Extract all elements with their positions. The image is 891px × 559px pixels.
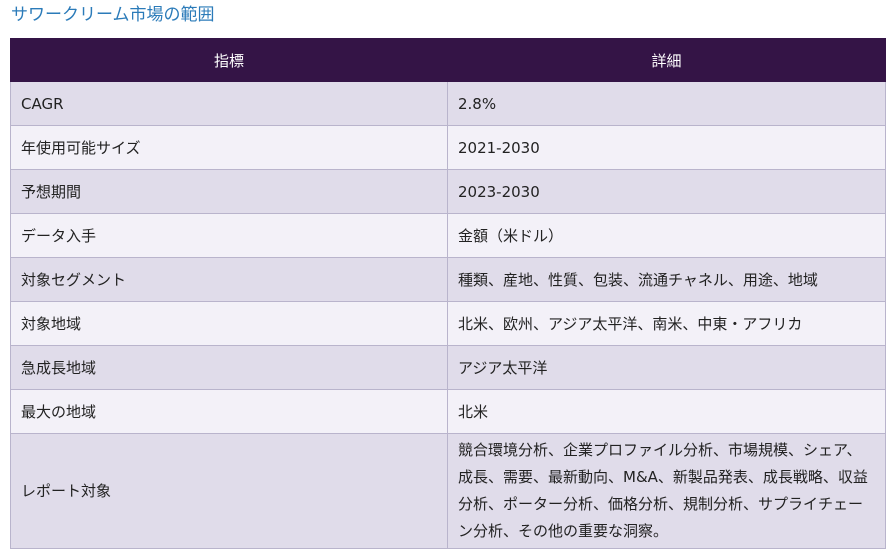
table-row: 最大の地域 北米 <box>10 389 886 434</box>
row-label: 急成長地域 <box>10 345 448 390</box>
header-details: 詳細 <box>447 38 886 82</box>
row-value: 北米 <box>447 389 886 434</box>
row-label: 予想期間 <box>10 169 448 214</box>
row-label: CAGR <box>10 81 448 126</box>
row-label: 対象セグメント <box>10 257 448 302</box>
market-scope-table: 指標 詳細 CAGR 2.8% 年使用可能サイズ 2021-2030 予想期間 … <box>10 38 886 549</box>
row-value: 種類、産地、性質、包装、流通チャネル、用途、地域 <box>447 257 886 302</box>
table-row: 急成長地域 アジア太平洋 <box>10 345 886 390</box>
row-label: レポート対象 <box>10 433 448 549</box>
row-value: 金額（米ドル） <box>447 213 886 258</box>
header-metric: 指標 <box>10 38 448 82</box>
row-value: 北米、欧州、アジア太平洋、南米、中東・アフリカ <box>447 301 886 346</box>
row-value: 2021-2030 <box>447 125 886 170</box>
table-row: 対象セグメント 種類、産地、性質、包装、流通チャネル、用途、地域 <box>10 257 886 302</box>
table-row: 予想期間 2023-2030 <box>10 169 886 214</box>
row-value: 競合環境分析、企業プロファイル分析、市場規模、シェア、成長、需要、最新動向、M&… <box>447 433 886 549</box>
row-value: 2.8% <box>447 81 886 126</box>
section-heading: サワークリーム市場の範囲 <box>11 5 215 25</box>
row-label: データ入手 <box>10 213 448 258</box>
table-row: 対象地域 北米、欧州、アジア太平洋、南米、中東・アフリカ <box>10 301 886 346</box>
row-label: 年使用可能サイズ <box>10 125 448 170</box>
row-label: 対象地域 <box>10 301 448 346</box>
table-row: データ入手 金額（米ドル） <box>10 213 886 258</box>
row-value: アジア太平洋 <box>447 345 886 390</box>
table-header-row: 指標 詳細 <box>10 38 886 82</box>
row-value: 2023-2030 <box>447 169 886 214</box>
table-row: レポート対象 競合環境分析、企業プロファイル分析、市場規模、シェア、成長、需要、… <box>10 433 886 549</box>
table-row: 年使用可能サイズ 2021-2030 <box>10 125 886 170</box>
table-row: CAGR 2.8% <box>10 81 886 126</box>
row-label: 最大の地域 <box>10 389 448 434</box>
